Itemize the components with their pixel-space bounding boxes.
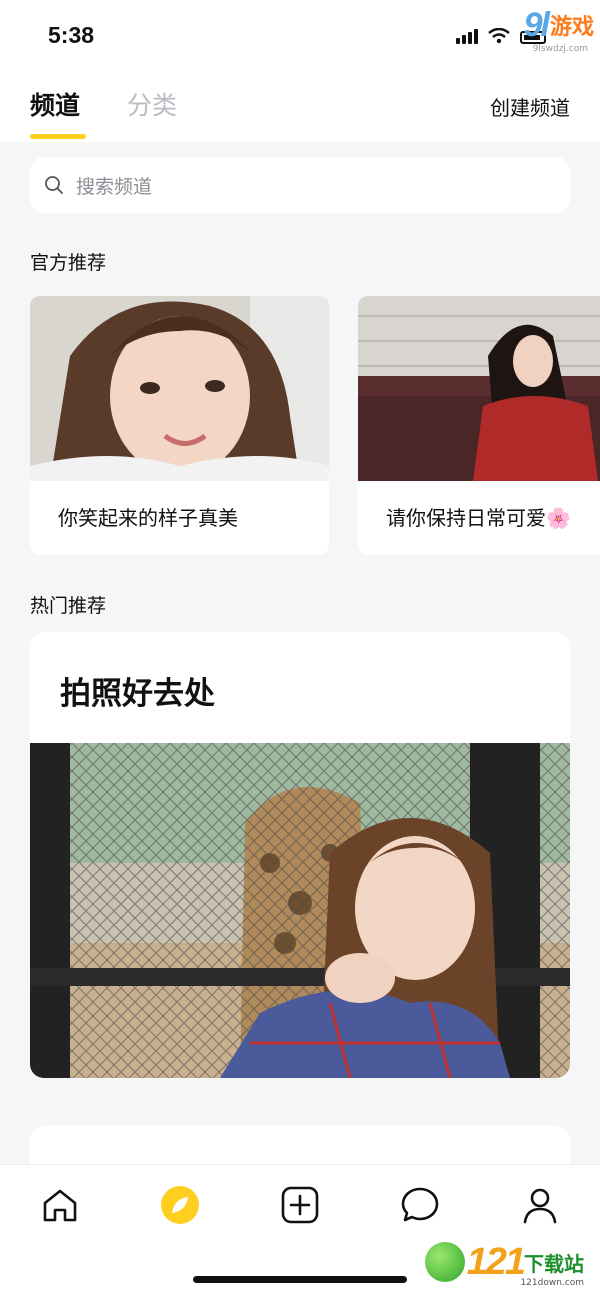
hot-card-title: 拍照好去处	[60, 676, 215, 712]
search-icon	[45, 176, 63, 194]
tab-discover[interactable]	[160, 1185, 200, 1225]
tab-profile[interactable]	[520, 1185, 560, 1225]
watermark-logo-top: 9l 游戏 9lswdzj.com	[460, 2, 594, 55]
card-image-red-dress	[358, 296, 600, 481]
active-tab-indicator	[30, 134, 86, 139]
watermark-number: 9l	[523, 5, 550, 44]
tab-create[interactable]	[280, 1185, 320, 1225]
home-icon	[43, 1189, 77, 1222]
card-caption: 请你保持日常可爱🌸	[386, 506, 571, 530]
search-input[interactable]: 搜索频道	[30, 157, 570, 213]
compass-leaf-icon	[161, 1186, 199, 1224]
card-caption: 你笑起来的样子真美	[58, 506, 238, 530]
search-placeholder: 搜索频道	[76, 175, 153, 198]
official-section-title: 官方推荐	[30, 252, 107, 274]
tab-channel[interactable]: 频道	[30, 86, 80, 122]
hot-card[interactable]: 拍照好去处	[30, 632, 570, 1078]
tab-messages[interactable]	[400, 1185, 440, 1225]
official-card-2[interactable]: 请你保持日常可爱🌸	[358, 296, 600, 555]
hot-section-title: 热门推荐	[30, 595, 107, 617]
chat-bubble-icon	[401, 1187, 439, 1222]
home-indicator[interactable]	[193, 1276, 407, 1283]
user-icon	[523, 1188, 557, 1224]
status-time: 5:38	[48, 22, 95, 48]
hot-card-image	[30, 743, 570, 1078]
tab-home[interactable]	[40, 1185, 80, 1225]
official-card-1[interactable]: 你笑起来的样子真美	[30, 296, 329, 555]
watermark-logo-bottom: 121 下载站 121down.com	[424, 1240, 584, 1288]
plus-square-icon	[281, 1186, 319, 1224]
create-channel-button[interactable]: 创建频道	[490, 92, 570, 121]
watermark-domain: 9lswdzj.com	[532, 44, 588, 54]
tab-category[interactable]: 分类	[127, 86, 177, 122]
watermark-domain: 121down.com	[520, 1278, 584, 1288]
status-bar: 5:38 9l 游戏 9lswdzj.com	[0, 0, 600, 70]
channel-header: 频道 分类 创建频道	[0, 70, 600, 142]
watermark-ball-icon	[424, 1242, 465, 1282]
watermark-number: 121	[466, 1240, 526, 1283]
card-image-selfie	[30, 296, 329, 481]
watermark-text: 下载站	[524, 1251, 584, 1276]
watermark-text: 游戏	[549, 15, 594, 40]
